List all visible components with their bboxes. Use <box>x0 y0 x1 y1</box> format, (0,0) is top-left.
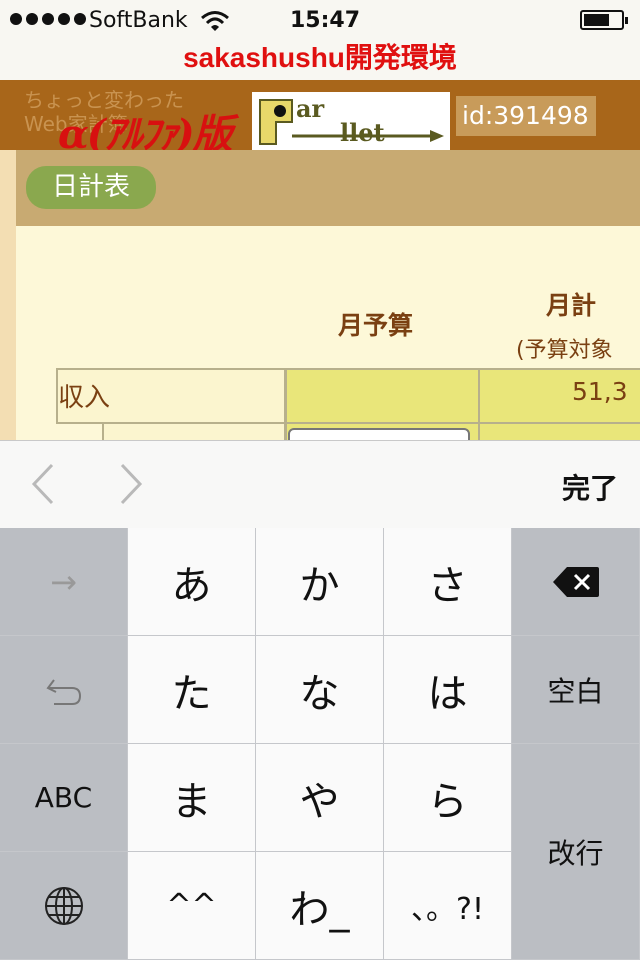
key-emoticon[interactable]: ^^ <box>128 852 256 960</box>
chevron-right-icon[interactable] <box>116 461 146 507</box>
key-backspace[interactable] <box>512 528 640 636</box>
key-ha[interactable]: は <box>384 636 512 744</box>
key-wa[interactable]: わ_ <box>256 852 384 960</box>
backspace-icon <box>552 566 599 597</box>
column-subheader-monthly: (予算対象 <box>516 338 613 363</box>
undo-icon <box>45 678 81 705</box>
key-ra[interactable]: ら <box>384 744 512 852</box>
key-sa[interactable]: さ <box>384 528 512 636</box>
key-a[interactable]: あ <box>128 528 256 636</box>
key-ta[interactable]: た <box>128 636 256 744</box>
key-punctuation[interactable]: 、。?! <box>384 852 512 960</box>
table-row-income-budget-cell <box>285 368 480 424</box>
web-header: ちょっと変わった Web家計簿 α(ｱﾙﾌｧ)版 ar llet id:3914… <box>0 80 640 150</box>
key-undo[interactable] <box>0 636 128 744</box>
income-monthly-value: 51,3 <box>572 377 628 406</box>
battery-level <box>584 14 609 26</box>
alpha-version-logo[interactable]: α(ｱﾙﾌｧ)版 <box>58 102 233 150</box>
key-space[interactable]: 空白 <box>512 636 640 744</box>
parllet-logo[interactable]: ar llet <box>252 92 450 150</box>
income-label: 収入 <box>58 383 111 413</box>
site-title: sakashushu開発環境 <box>183 42 457 73</box>
keyboard-toolbar: 完了 <box>0 440 640 528</box>
key-ya[interactable]: や <box>256 744 384 852</box>
status-bar: SoftBank 15:47 <box>0 0 640 40</box>
key-ka[interactable]: か <box>256 528 384 636</box>
status-time: 15:47 <box>290 8 361 33</box>
daily-table-button[interactable]: 日計表 <box>26 166 156 209</box>
done-button[interactable]: 完了 <box>562 467 618 507</box>
signal-strength-icon <box>10 13 86 25</box>
carrier-name: SoftBank <box>89 8 188 33</box>
wifi-icon <box>200 10 230 38</box>
key-globe[interactable] <box>0 852 128 960</box>
column-header-monthly: 月計 <box>546 291 597 320</box>
battery-icon <box>580 10 628 30</box>
key-arrow[interactable]: → <box>0 528 128 636</box>
key-return[interactable]: 改行 <box>512 744 640 960</box>
key-ma[interactable]: ま <box>128 744 256 852</box>
chevron-left-icon[interactable] <box>28 461 58 507</box>
user-id-badge: id:391498 <box>456 96 596 136</box>
parllet-logo-text-2: llet <box>340 118 385 147</box>
key-abc[interactable]: ABC <box>0 744 128 852</box>
keyboard: → ABC あ か さ た な は ま や ら ^^ わ_ 、。?! 空白 改行 <box>0 528 640 960</box>
parllet-logo-text-1: ar <box>296 94 325 123</box>
column-header-budget: 月予算 <box>338 311 414 340</box>
key-na[interactable]: な <box>256 636 384 744</box>
globe-icon <box>44 886 83 925</box>
